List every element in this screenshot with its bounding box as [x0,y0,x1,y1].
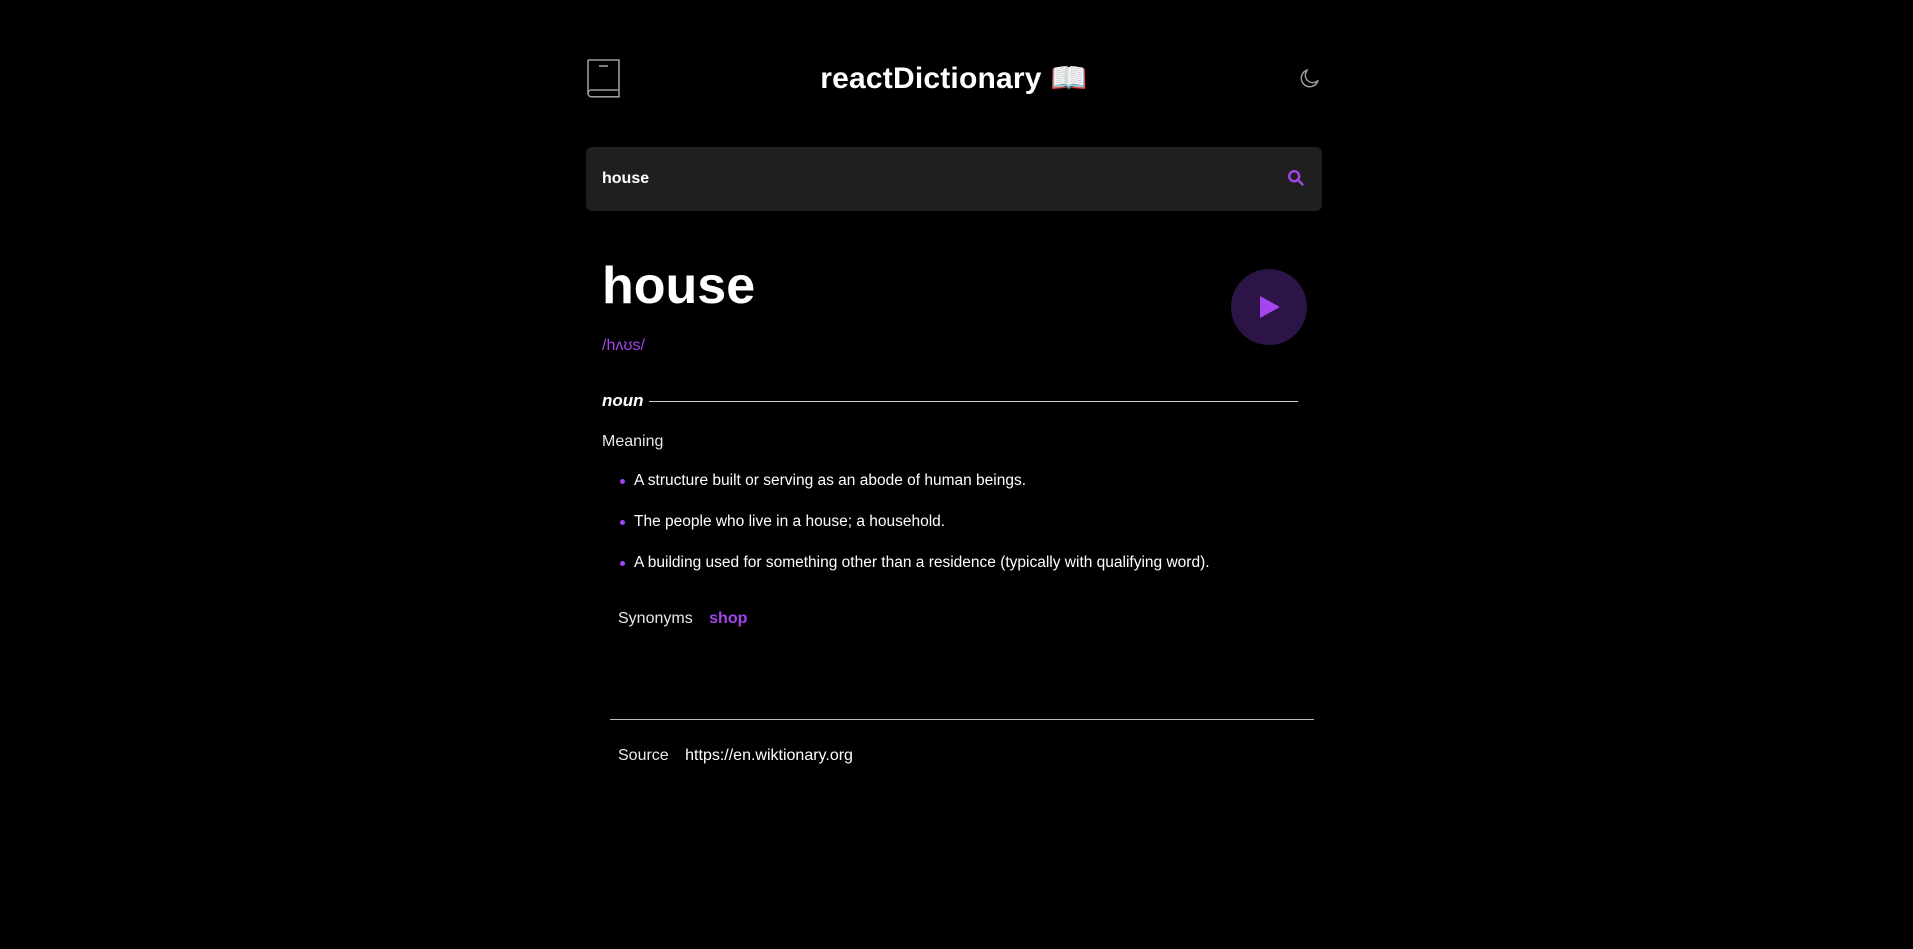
phonetic: /hʌʊs/ [602,337,645,354]
bullet-icon [620,561,625,566]
search-input[interactable] [602,147,1252,211]
synonym-link[interactable]: shop [709,610,747,627]
part-of-speech-row: noun [602,390,1298,414]
app-title: reactDictionary 📖 [820,62,1088,95]
bullet-icon [620,520,625,525]
bullet-icon [620,479,625,484]
list-item: A building used for something other than… [620,553,1210,573]
list-item: The people who live in a house; a househ… [620,512,1210,532]
page: reactDictionary 📖 house /hʌʊs/ [0,0,1913,949]
definition-text: The people who live in a house; a househ… [634,513,946,530]
list-item: A structure built or serving as an abode… [620,471,1210,491]
definition-text: A structure built or serving as an abode… [634,472,1027,489]
synonyms-label: Synonyms [618,610,693,627]
header: reactDictionary 📖 [586,58,1322,100]
source-link[interactable]: https://en.wiktionary.org [685,747,853,764]
meaning-heading: Meaning [602,433,664,450]
part-of-speech: noun [602,391,644,410]
word-title: house [602,257,756,315]
divider [649,401,1298,402]
search-box [586,147,1322,211]
source-label: Source [618,747,669,764]
source-row: Source https://en.wiktionary.org [618,746,853,766]
synonyms-row: Synonyms shop [618,609,747,629]
search-icon[interactable] [1287,169,1305,187]
footer-divider [610,719,1314,720]
definition-list: A structure built or serving as an abode… [620,471,1210,594]
play-audio-button[interactable] [1231,269,1307,345]
definition-text: A building used for something other than… [634,554,1210,571]
moon-icon[interactable] [1298,66,1322,90]
play-icon [1259,296,1281,318]
